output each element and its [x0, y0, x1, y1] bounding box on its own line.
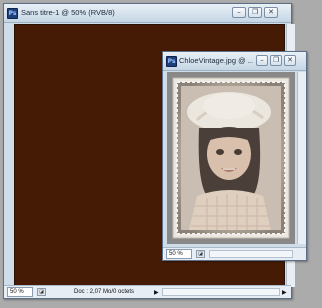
doc-size-info: Doc : 2,07 Mo/0 octets [74, 289, 135, 295]
photo-canvas[interactable] [167, 72, 295, 244]
status-bar: 50 % ◪ [163, 247, 306, 260]
render-info-icon[interactable]: ◪ [196, 250, 205, 258]
minimize-button[interactable]: – [256, 55, 268, 66]
document-window-photo[interactable]: Ps ChloeVintage.jpg @ ... – ❐ ✕ 50 % ◪ [162, 51, 307, 261]
photoshop-doc-icon: Ps [7, 8, 18, 19]
window-title: ChloeVintage.jpg @ ... [179, 56, 253, 65]
vintage-girl-photo [167, 72, 295, 244]
close-button[interactable]: ✕ [284, 55, 296, 66]
window-title: Sans titre-1 @ 50% (RVB/8) [21, 8, 115, 17]
scroll-right-icon[interactable]: ▶ [282, 288, 287, 297]
title-bar[interactable]: Ps ChloeVintage.jpg @ ... – ❐ ✕ [163, 52, 306, 71]
close-button[interactable]: ✕ [264, 7, 278, 18]
zoom-level-field[interactable]: 50 % [166, 249, 192, 259]
status-bar: 50 % ◪ Doc : 2,07 Mo/0 octets ▶ ▶ [4, 285, 291, 298]
minimize-button[interactable]: – [232, 7, 246, 18]
zoom-level-field[interactable]: 50 % [7, 287, 33, 297]
vertical-scrollbar[interactable] [297, 72, 306, 244]
title-bar[interactable]: Ps Sans titre-1 @ 50% (RVB/8) – ❐ ✕ [4, 4, 291, 23]
render-info-icon[interactable]: ◪ [37, 288, 46, 296]
horizontal-scrollbar[interactable] [209, 250, 293, 258]
photoshop-doc-icon: Ps [166, 56, 177, 67]
status-menu-arrow-icon[interactable]: ▶ [154, 288, 159, 297]
restore-button[interactable]: ❐ [248, 7, 262, 18]
restore-button[interactable]: ❐ [270, 55, 282, 66]
horizontal-scrollbar[interactable] [162, 288, 280, 296]
